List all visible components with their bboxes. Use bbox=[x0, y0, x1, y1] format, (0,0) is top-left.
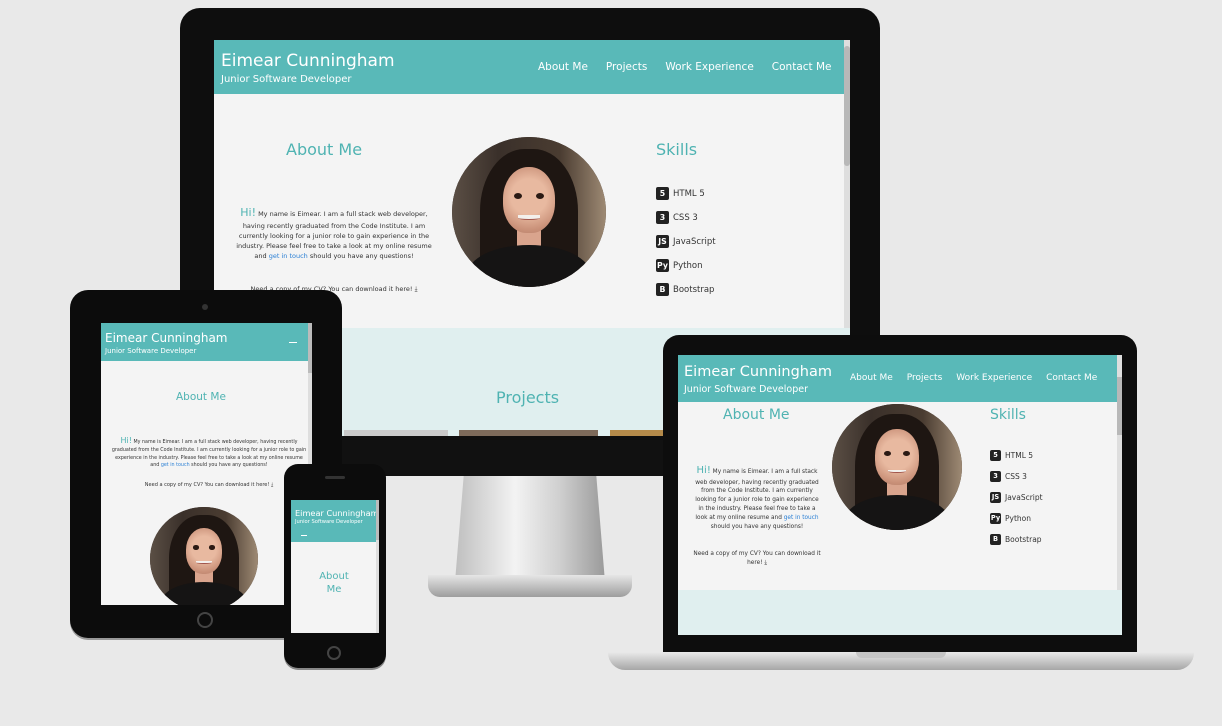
skill-label: HTML 5 bbox=[1005, 451, 1034, 460]
css3-icon: 3 bbox=[990, 471, 1001, 482]
skill-item: 5 HTML 5 bbox=[990, 450, 1033, 461]
html5-icon: 5 bbox=[656, 187, 669, 200]
bootstrap-icon: B bbox=[990, 534, 1001, 545]
profile-photo bbox=[452, 137, 606, 287]
nav-about[interactable]: About Me bbox=[538, 61, 588, 73]
hamburger-icon[interactable] bbox=[301, 535, 307, 536]
phone-speaker bbox=[325, 476, 345, 479]
skill-item: Py Python bbox=[656, 259, 702, 272]
monitor-navbar: Eimear Cunningham Junior Software Develo… bbox=[214, 40, 850, 94]
about-text: Hi! My name is Eimear. I am a full stack… bbox=[236, 206, 432, 261]
skill-item: JS JavaScript bbox=[656, 235, 716, 248]
skill-item: B Bootstrap bbox=[990, 534, 1042, 545]
about-hi: Hi! bbox=[240, 206, 256, 219]
tablet-profile-photo bbox=[150, 507, 258, 605]
skill-item: 3 CSS 3 bbox=[656, 211, 698, 224]
laptop-navbar: Eimear Cunningham Junior Software Develo… bbox=[678, 355, 1122, 402]
skill-item: B Bootstrap bbox=[656, 283, 714, 296]
skill-label: Python bbox=[1005, 514, 1031, 523]
skill-label: CSS 3 bbox=[673, 212, 698, 223]
skill-label: CSS 3 bbox=[1005, 472, 1027, 481]
skill-item: JS JavaScript bbox=[990, 492, 1043, 503]
skills-heading: Skills bbox=[656, 140, 698, 159]
laptop-notch bbox=[856, 652, 946, 658]
skill-item: Py Python bbox=[990, 513, 1031, 524]
phone-home-button[interactable] bbox=[327, 646, 341, 660]
tablet-camera bbox=[202, 304, 208, 310]
monitor-stand-base bbox=[428, 575, 632, 597]
tablet-navbar: Eimear Cunningham Junior Software Develo… bbox=[101, 323, 312, 361]
skill-item: 3 CSS 3 bbox=[990, 471, 1027, 482]
brand-tagline: Junior Software Developer bbox=[221, 74, 352, 85]
project-thumb-1[interactable] bbox=[344, 430, 448, 436]
phone-about-heading: About Me bbox=[319, 571, 349, 595]
css3-icon: 3 bbox=[656, 211, 669, 224]
download-icon[interactable]: ⤓ bbox=[415, 285, 418, 293]
hamburger-icon[interactable] bbox=[289, 342, 297, 343]
laptop-projects-section bbox=[678, 590, 1122, 635]
skill-label: HTML 5 bbox=[673, 188, 705, 199]
skill-label: Python bbox=[673, 260, 703, 271]
tablet-home-button[interactable] bbox=[197, 612, 213, 628]
phone-screen: Eimear Cunningham Junior Software Develo… bbox=[291, 500, 379, 633]
skill-label: JavaScript bbox=[673, 236, 716, 247]
python-icon: Py bbox=[990, 513, 1001, 524]
html5-icon: 5 bbox=[990, 450, 1001, 461]
tablet-screen: Eimear Cunningham Junior Software Develo… bbox=[101, 323, 312, 605]
skill-label: Bootstrap bbox=[1005, 535, 1042, 544]
project-thumb-3[interactable] bbox=[610, 430, 670, 436]
projects-heading: Projects bbox=[496, 388, 560, 407]
nav-projects[interactable]: Projects bbox=[606, 61, 647, 73]
phone-navbar: Eimear Cunningham Junior Software Develo… bbox=[291, 500, 379, 542]
nav-links: About Me Projects Work Experience Contac… bbox=[538, 61, 832, 73]
tablet-about-heading: About Me bbox=[176, 391, 226, 403]
python-icon: Py bbox=[656, 259, 669, 272]
nav-work-experience[interactable]: Work Experience bbox=[665, 61, 753, 73]
skill-label: JavaScript bbox=[1005, 493, 1043, 502]
bootstrap-icon: B bbox=[656, 283, 669, 296]
brand-name[interactable]: Eimear Cunningham bbox=[221, 51, 395, 71]
javascript-icon: JS bbox=[656, 235, 669, 248]
laptop-nav-links: About Me Projects Work Experience Contac… bbox=[850, 373, 1098, 383]
monitor-stand-neck bbox=[455, 472, 605, 582]
skill-label: Bootstrap bbox=[673, 284, 715, 295]
get-in-touch-link[interactable]: get in touch bbox=[269, 252, 308, 260]
about-heading: About Me bbox=[286, 140, 363, 159]
skill-item: 5 HTML 5 bbox=[656, 187, 705, 200]
nav-contact[interactable]: Contact Me bbox=[772, 61, 832, 73]
project-thumb-2[interactable] bbox=[459, 430, 598, 436]
javascript-icon: JS bbox=[990, 492, 1001, 503]
laptop-profile-photo bbox=[832, 404, 962, 530]
laptop-screen: Eimear Cunningham Junior Software Develo… bbox=[678, 355, 1122, 635]
